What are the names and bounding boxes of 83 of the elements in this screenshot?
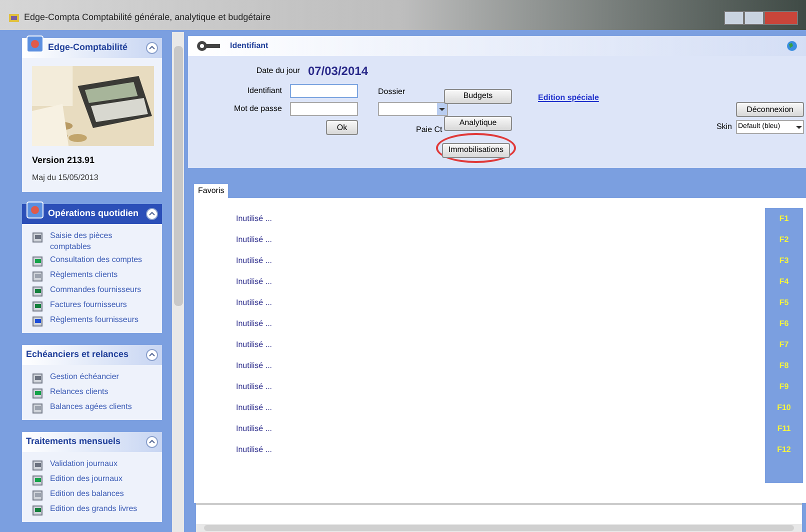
favorite-link[interactable]: Inutilisé ... (236, 359, 765, 372)
favorite-link[interactable]: Inutilisé ... (236, 401, 765, 414)
sidebar-link[interactable]: Saisie des pièces comptables (50, 230, 148, 252)
date-label: Date du jour (256, 65, 300, 77)
favorite-link[interactable]: Inutilisé ... (236, 296, 765, 309)
sidebar-link[interactable]: Relances clients (50, 386, 148, 396)
sidebar-link[interactable]: Règlements fournisseurs (50, 314, 148, 324)
sidebar-link[interactable]: Consultation des comptes (50, 254, 148, 264)
document-icon (32, 300, 44, 312)
favorite-link[interactable]: Inutilisé ... (236, 380, 765, 393)
sidebar-link[interactable]: Gestion échéancier (50, 370, 148, 382)
document-icon (32, 230, 44, 242)
document-icon (32, 504, 44, 516)
favorite-link[interactable]: Inutilisé ... (236, 443, 765, 456)
collapse-icon[interactable] (146, 348, 158, 360)
minimize-button[interactable] (724, 11, 744, 25)
module-button[interactable]: Immobilisations (442, 142, 510, 158)
logout-button[interactable]: Déconnexion (736, 102, 804, 117)
sidebar-link[interactable]: Balances agées clients (50, 400, 148, 412)
panel-header[interactable]: Echéanciers et relances (22, 344, 162, 364)
document-icon (32, 372, 44, 384)
dropdown-arrow-icon (795, 123, 803, 131)
sidebar-link[interactable]: Edition des balances (50, 488, 148, 498)
sidebar-link[interactable]: Validation journaux (50, 458, 148, 468)
panel-header[interactable]: Edge-Comptabilité (22, 38, 162, 58)
document-icon (32, 314, 44, 326)
document-icon (32, 402, 44, 414)
app-icon (8, 12, 20, 24)
sidebar-link[interactable]: Règlements clients (50, 268, 148, 280)
sidebar-link[interactable]: Edition des journaux (50, 472, 148, 484)
id-label: Identifiant (247, 85, 282, 97)
collapse-icon[interactable] (146, 42, 158, 54)
favorite-link[interactable]: Inutilisé ... (236, 422, 765, 435)
favorite-link[interactable]: Inutilisé ... (236, 275, 765, 288)
scroll-thumb[interactable] (204, 525, 794, 531)
update-date: Maj du 15/05/2013 (32, 172, 100, 184)
dossier-label: Dossier (378, 86, 406, 98)
special-edition-link[interactable]: Edition spéciale (538, 93, 599, 102)
document-icon (32, 284, 44, 296)
paie-label: Paie Ct (416, 124, 442, 136)
collapse-icon[interactable] (146, 436, 158, 448)
document-icon (32, 254, 44, 266)
sidebar-link[interactable]: Commandes fournisseurs (50, 284, 148, 294)
horizontal-scrollbar[interactable] (196, 524, 802, 532)
document-icon (32, 458, 44, 470)
favorite-link[interactable]: Inutilisé ... (236, 254, 765, 267)
skin-label: Skin (716, 121, 732, 133)
favorite-link[interactable]: Inutilisé ... (236, 212, 765, 225)
collapse-icon[interactable] (146, 208, 158, 220)
favorite-link[interactable]: Inutilisé ... (236, 317, 765, 330)
key-icon (196, 40, 222, 52)
favorite-link[interactable]: Inutilisé ... (236, 233, 765, 246)
date-value: 07/03/2014 (308, 63, 368, 80)
panel-title: Opérations quotidien (48, 206, 140, 220)
panel-header[interactable]: Opérations quotidien (22, 204, 162, 224)
scrollbar[interactable] (172, 32, 184, 532)
version-text: Version 213.91 (32, 154, 96, 167)
document-icon (32, 474, 44, 486)
module-button[interactable]: Analytique (444, 116, 512, 130)
window-title: Edge-Compta Comptabilité générale, analytique et budgétaire (24, 11, 272, 24)
scroll-thumb[interactable] (174, 46, 182, 306)
tab[interactable]: Favoris (194, 184, 228, 198)
panel-title: Identifiant (230, 40, 270, 52)
sidebar-link[interactable]: Edition des grands livres (50, 502, 148, 514)
sidebar-link[interactable]: Factures fournisseurs (50, 298, 148, 310)
panel-title: Echéanciers et relances (26, 348, 130, 361)
panel-title: Edge-Comptabilité (48, 41, 129, 54)
ok-button[interactable]: Ok (326, 120, 358, 135)
document-icon (32, 386, 44, 398)
globe-icon[interactable] (786, 40, 798, 52)
panel-header[interactable]: Traitements mensuels (22, 432, 162, 452)
document-icon (32, 488, 44, 500)
module-button[interactable]: Budgets (444, 88, 512, 104)
maximize-button[interactable] (744, 11, 764, 25)
password-field[interactable] (290, 102, 358, 116)
panel-title: Traitements mensuels (26, 434, 122, 448)
favorite-link[interactable]: Inutilisé ... (236, 338, 765, 351)
app-icon (26, 200, 44, 218)
id-field[interactable] (290, 84, 358, 98)
dossier-dropdown[interactable] (378, 102, 448, 116)
password-label: Mot de passe (234, 103, 282, 115)
document-icon (32, 270, 44, 282)
app-icon (26, 35, 44, 53)
